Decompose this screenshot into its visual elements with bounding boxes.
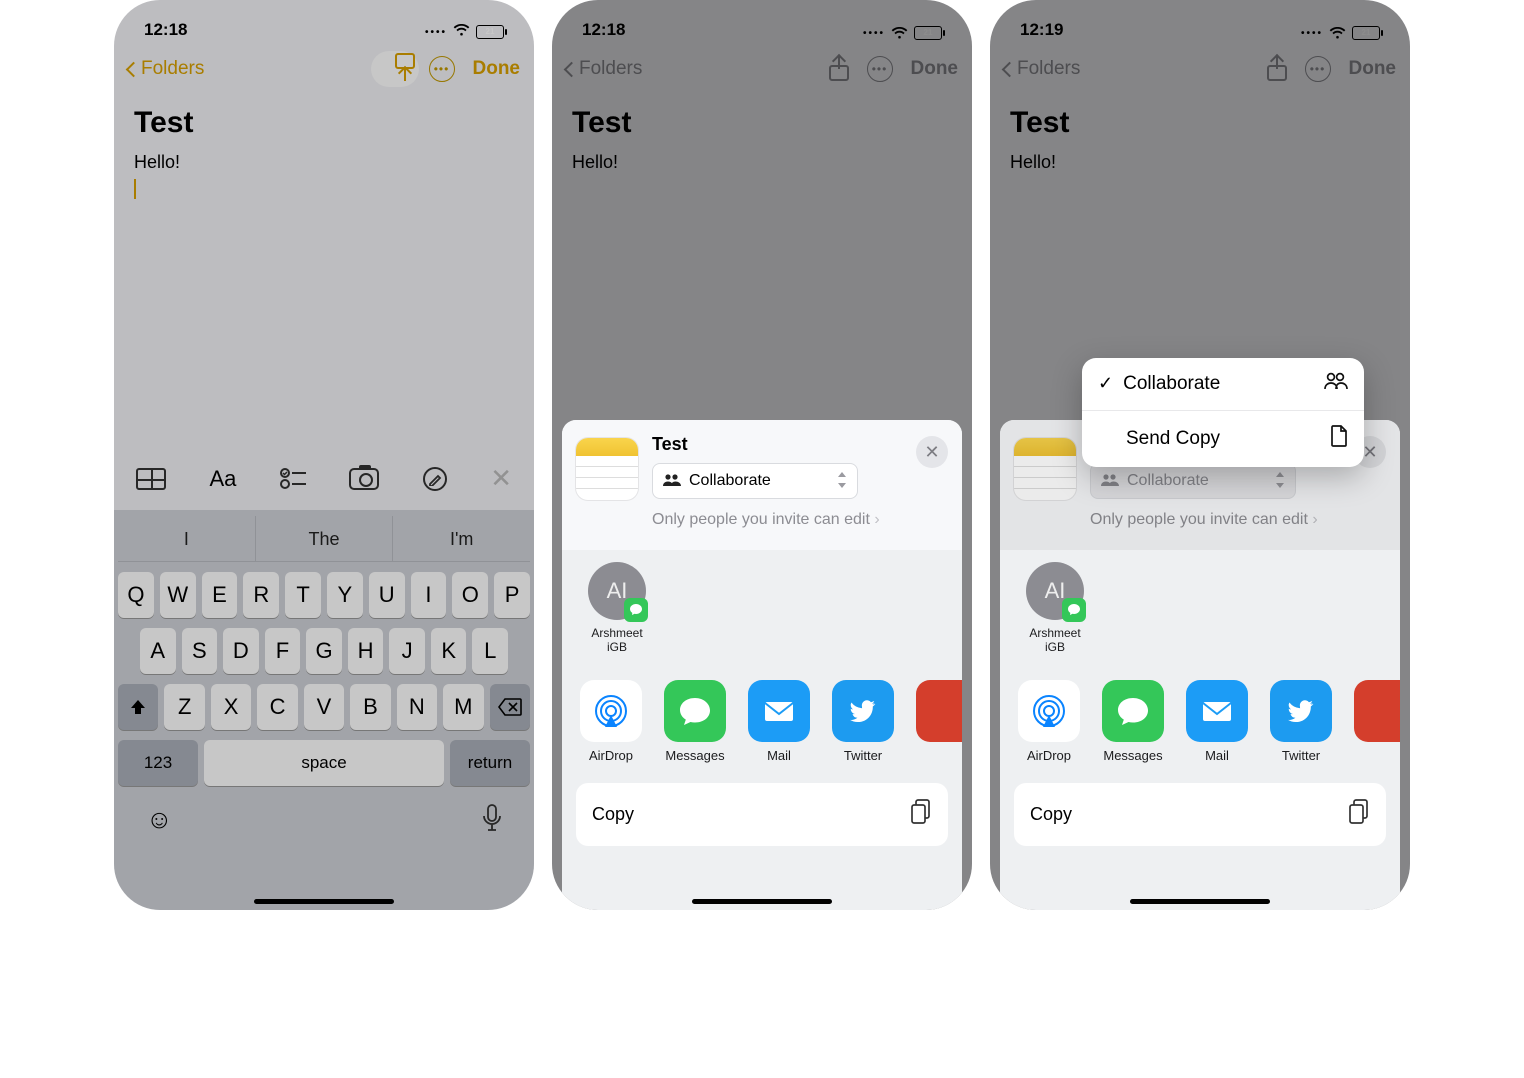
app-messages[interactable]: Messages — [1102, 680, 1164, 763]
app-mail[interactable]: Mail — [1186, 680, 1248, 763]
messages-badge-icon — [1062, 598, 1086, 622]
collaborate-selector[interactable]: Collaborate — [1090, 463, 1296, 499]
copy-icon — [910, 799, 932, 830]
contact-name: ArshmeetiGB — [578, 626, 656, 654]
actions-list: Copy — [1014, 783, 1386, 846]
note-thumbnail-icon — [576, 438, 638, 500]
chevron-right-icon: › — [874, 511, 879, 528]
actions-list: Copy — [576, 783, 948, 846]
messages-icon — [664, 680, 726, 742]
share-sheet: Test Collaborate Only people you invite … — [562, 420, 962, 910]
app-messages[interactable]: Messages — [664, 680, 726, 763]
people-icon — [1324, 372, 1348, 396]
app-airdrop[interactable]: AirDrop — [580, 680, 642, 763]
contact-name: ArshmeetiGB — [1016, 626, 1094, 654]
twitter-icon — [1270, 680, 1332, 742]
share-mode-popover: ✓Collaborate Send Copy — [1082, 358, 1364, 467]
dim-overlay — [114, 0, 534, 910]
copy-icon — [1348, 799, 1370, 830]
app-more[interactable] — [916, 680, 924, 763]
checkmark-icon: ✓ — [1098, 373, 1113, 393]
app-airdrop[interactable]: AirDrop — [1018, 680, 1080, 763]
updown-icon — [1275, 472, 1285, 491]
avatar: AI — [1026, 562, 1084, 620]
share-sheet: x Collaborate Only people you invite can… — [1000, 420, 1400, 910]
screenshot-1: 12:18 •••• 21 Folders ••• Done Test Hell… — [114, 0, 534, 910]
mail-icon — [748, 680, 810, 742]
airdrop-icon — [580, 680, 642, 742]
home-indicator[interactable] — [1130, 899, 1270, 904]
apps-row: AirDrop Messages Mail Twitter — [1000, 654, 1400, 763]
screenshot-2: 12:18 •••• 21 Folders ••• Done Test Hell… — [552, 0, 972, 910]
chevron-right-icon: › — [1312, 511, 1317, 528]
note-thumbnail-icon — [1014, 438, 1076, 500]
mail-icon — [1186, 680, 1248, 742]
apps-row: AirDrop Messages Mail Twitter — [562, 654, 962, 763]
contact[interactable]: AI ArshmeetiGB — [1016, 562, 1094, 654]
updown-icon — [837, 472, 847, 491]
airdrop-icon — [1018, 680, 1080, 742]
messages-badge-icon — [624, 598, 648, 622]
permission-row[interactable]: Only people you invite can edit › — [1090, 511, 1386, 529]
option-send-copy[interactable]: Send Copy — [1082, 410, 1364, 467]
messages-icon — [1102, 680, 1164, 742]
home-indicator[interactable] — [692, 899, 832, 904]
app-mail[interactable]: Mail — [748, 680, 810, 763]
app-twitter[interactable]: Twitter — [832, 680, 894, 763]
people-icon — [1101, 473, 1119, 490]
contact[interactable]: AI ArshmeetiGB — [578, 562, 656, 654]
avatar: AI — [588, 562, 646, 620]
app-more[interactable] — [1354, 680, 1362, 763]
collaborate-selector[interactable]: Collaborate — [652, 463, 858, 499]
option-collaborate[interactable]: ✓Collaborate — [1082, 358, 1364, 410]
collaborate-label: Collaborate — [689, 472, 771, 490]
document-icon — [1330, 425, 1348, 453]
close-button[interactable]: ✕ — [916, 436, 948, 468]
screenshot-3: 12:19 •••• 21 Folders ••• Done Test Hell… — [990, 0, 1410, 910]
contacts-row: AI ArshmeetiGB — [1000, 550, 1400, 654]
share-title: Test — [652, 434, 948, 455]
app-partial-icon — [916, 680, 962, 742]
copy-action[interactable]: Copy — [1014, 783, 1386, 846]
share-header: Test Collaborate Only people you invite … — [562, 420, 962, 550]
people-icon — [663, 473, 681, 490]
contacts-row: AI ArshmeetiGB — [562, 550, 962, 654]
collaborate-label: Collaborate — [1127, 472, 1209, 490]
copy-action[interactable]: Copy — [576, 783, 948, 846]
permission-row[interactable]: Only people you invite can edit › — [652, 511, 948, 529]
app-partial-icon — [1354, 680, 1400, 742]
twitter-icon — [832, 680, 894, 742]
app-twitter[interactable]: Twitter — [1270, 680, 1332, 763]
home-indicator[interactable] — [254, 899, 394, 904]
